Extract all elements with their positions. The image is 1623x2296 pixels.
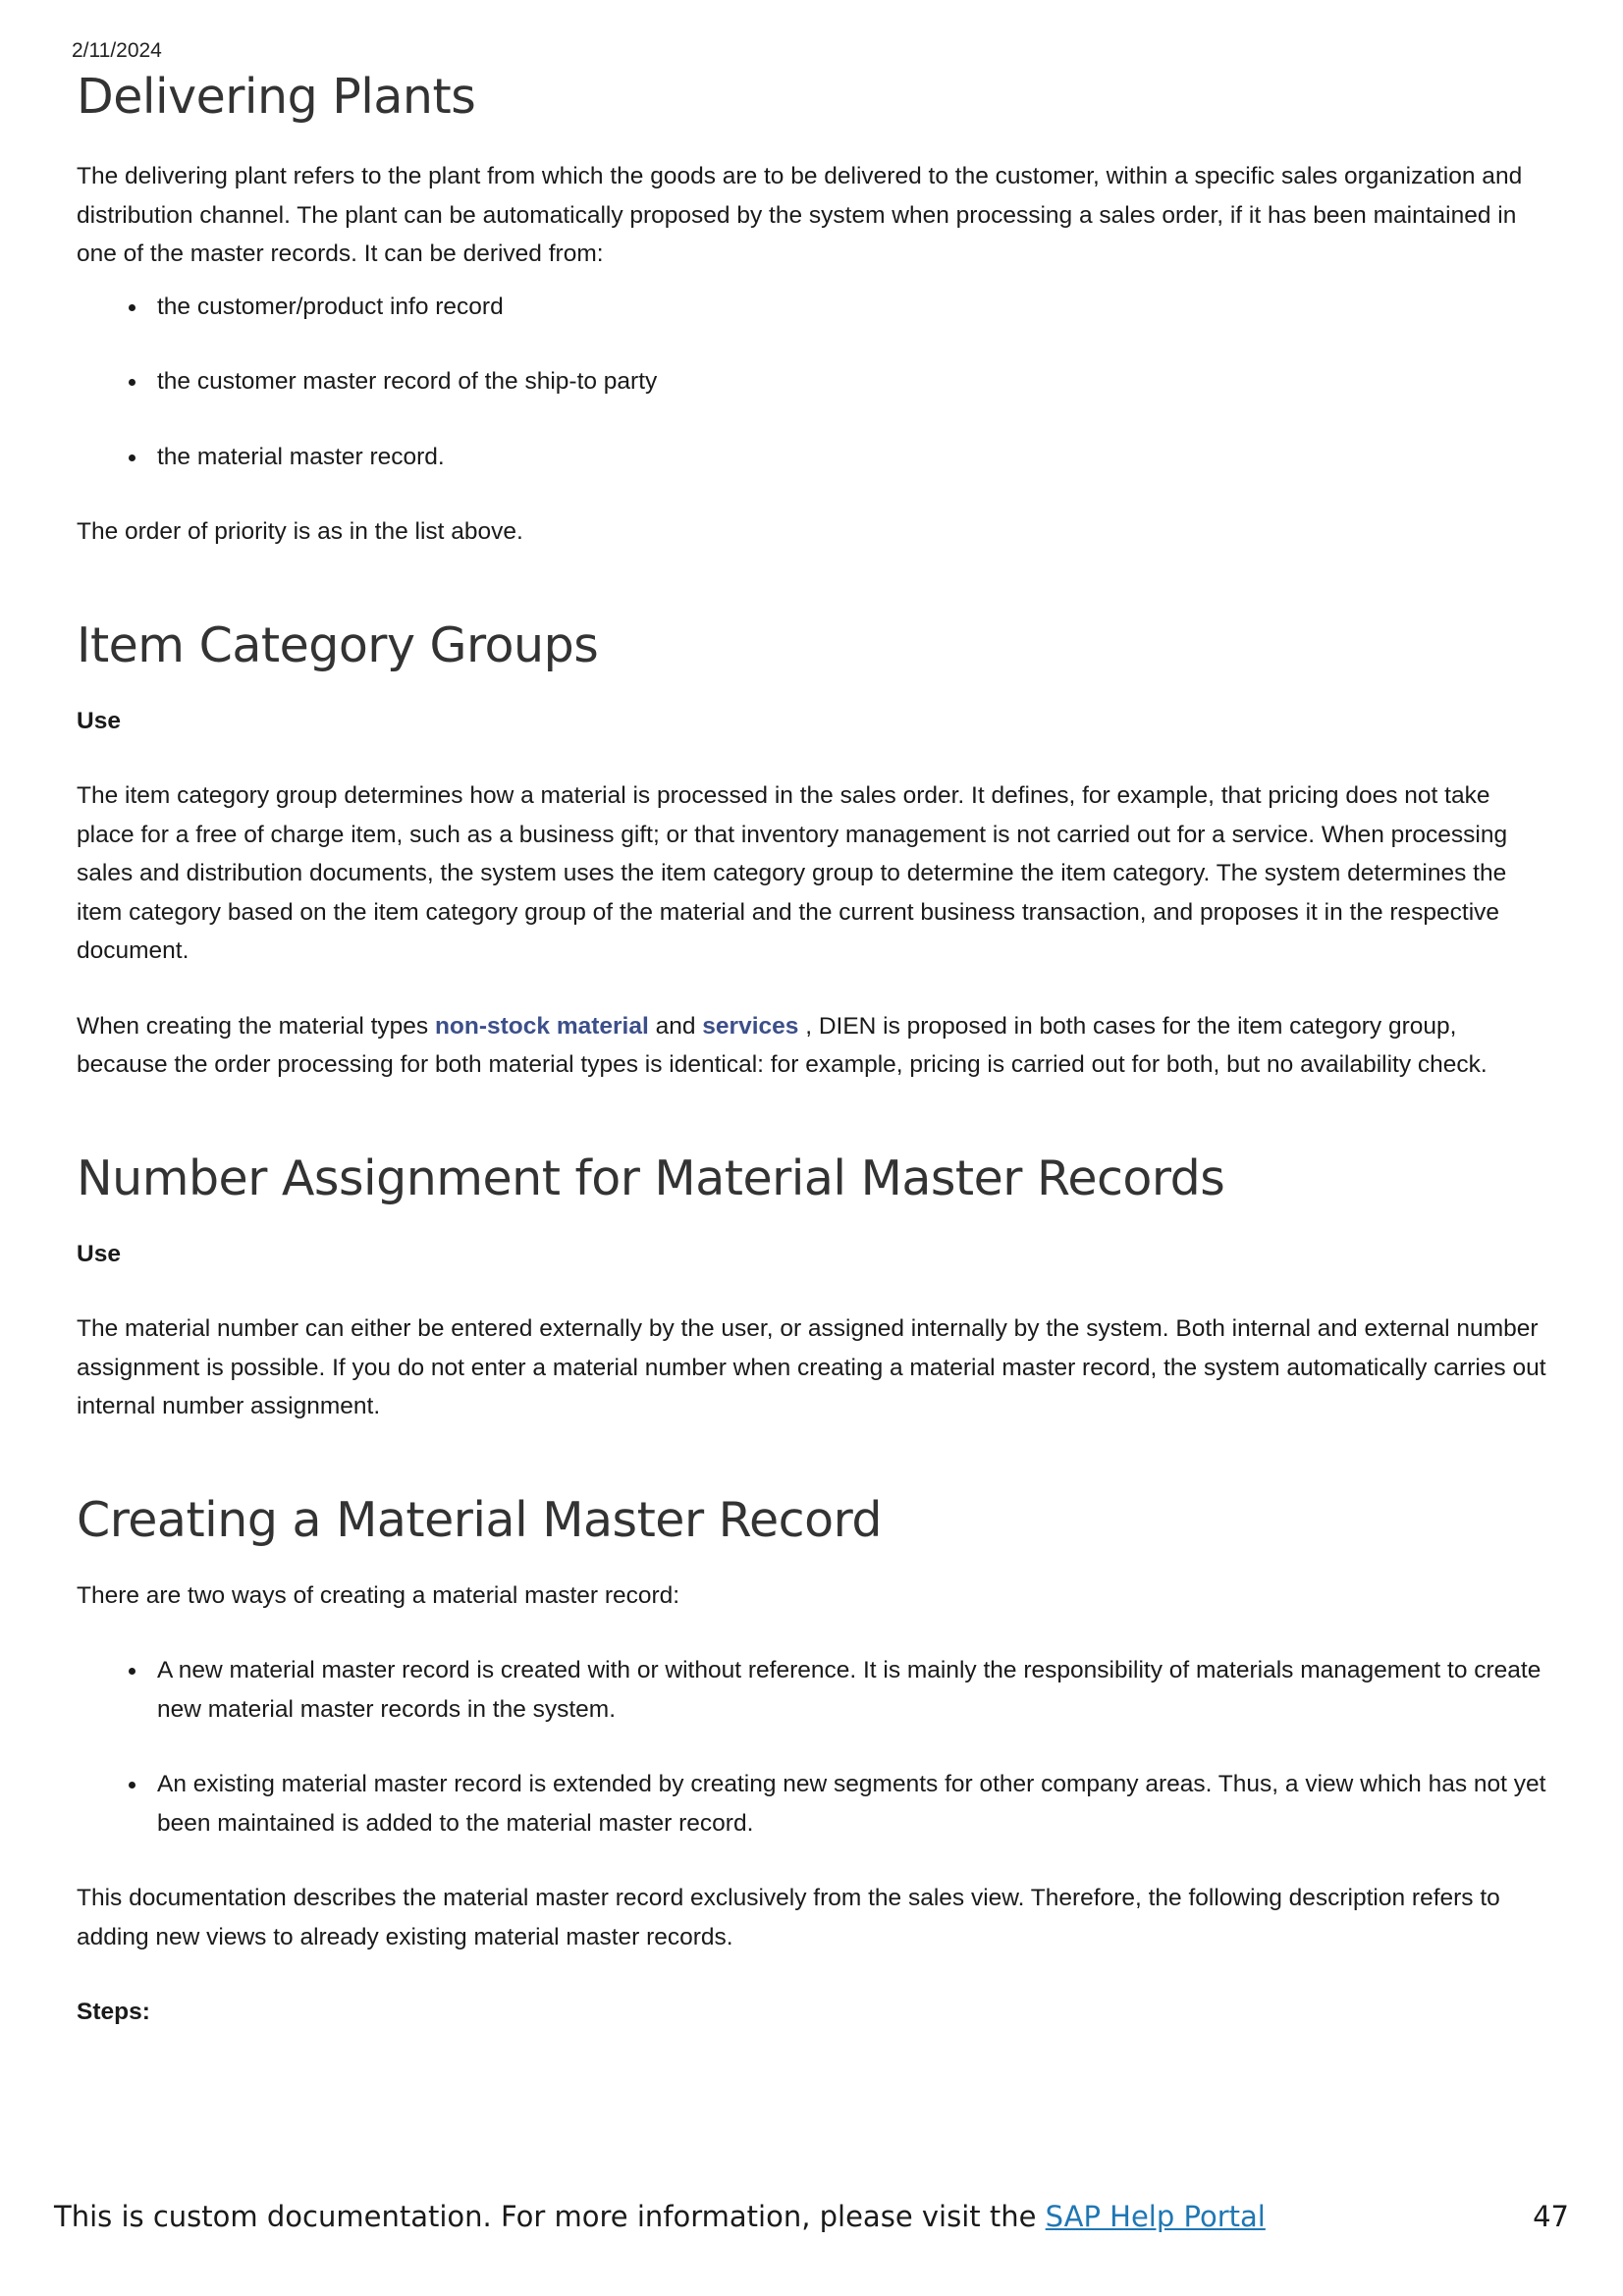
bullet-icon: [129, 379, 135, 386]
section-title: Delivering Plants: [77, 69, 476, 125]
bullet-icon: [129, 1782, 135, 1789]
paragraph: The order of priority is as in the list …: [77, 518, 523, 545]
bullet-icon: [129, 1668, 135, 1675]
text: and: [648, 1012, 703, 1040]
list-item: the customer master record of the ship-t…: [77, 362, 1549, 401]
footer-text: This is custom documentation. For more i…: [54, 2200, 1046, 2233]
use-label: Use: [77, 707, 121, 734]
paragraph: There are two ways of creating a materia…: [77, 1581, 680, 1609]
section-item-category-groups: Item Category Groups Use The item catego…: [77, 617, 1549, 1085]
list-item: An existing material master record is ex…: [77, 1765, 1549, 1842]
section-title: Creating a Material Master Record: [77, 1491, 882, 1548]
section-title: Number Assignment for Material Master Re…: [77, 1149, 1225, 1206]
paragraph: This documentation describes the materia…: [77, 1885, 1500, 1950]
services-link[interactable]: services: [702, 1013, 798, 1040]
section-delivering-plants: Delivering Plants The delivering plant r…: [77, 69, 1549, 552]
page-number: 47: [1533, 2200, 1569, 2233]
steps-label: Steps:: [77, 1999, 150, 2025]
document-date: 2/11/2024: [72, 39, 162, 62]
list-item-text: An existing material master record is ex…: [157, 1771, 1546, 1837]
section-number-assignment: Number Assignment for Material Master Re…: [77, 1150, 1549, 1426]
section-creating-record: Creating a Material Master Record There …: [77, 1492, 1549, 2032]
text: When creating the material types: [77, 1012, 435, 1040]
use-label: Use: [77, 1240, 121, 1267]
sap-help-portal-link[interactable]: SAP Help Portal: [1046, 2200, 1266, 2233]
paragraph: The material number can either be entere…: [77, 1315, 1546, 1419]
list-item-text: the customer master record of the ship-t…: [157, 368, 658, 395]
list-item: the material master record.: [77, 438, 1549, 477]
non-stock-material-link[interactable]: non-stock material: [435, 1013, 649, 1040]
bullet-list: the customer/product info record the cus…: [77, 288, 1549, 477]
bullet-list: A new material master record is created …: [77, 1651, 1549, 1842]
list-item-text: the customer/product info record: [157, 293, 504, 320]
list-item: the customer/product info record: [77, 288, 1549, 327]
paragraph: The delivering plant refers to the plant…: [77, 163, 1523, 267]
section-title: Item Category Groups: [77, 616, 599, 673]
list-item-text: A new material master record is created …: [157, 1657, 1542, 1723]
bullet-icon: [129, 303, 135, 311]
paragraph: When creating the material types non-sto…: [77, 1007, 1549, 1085]
list-item-text: the material master record.: [157, 443, 445, 470]
paragraph: The item category group determines how a…: [77, 782, 1508, 964]
page-footer: This is custom documentation. For more i…: [54, 2200, 1569, 2233]
bullet-icon: [129, 454, 135, 461]
list-item: A new material master record is created …: [77, 1651, 1549, 1729]
document-content: Delivering Plants The delivering plant r…: [77, 69, 1549, 2032]
